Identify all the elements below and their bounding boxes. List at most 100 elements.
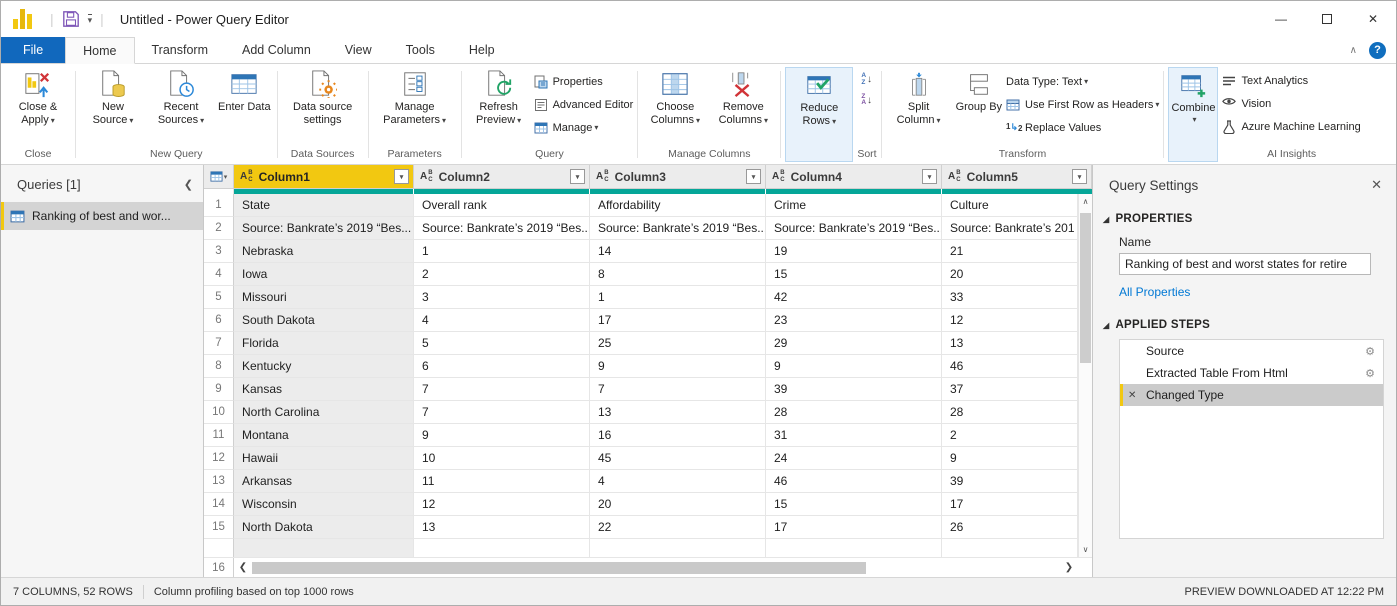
reduce-rows-button[interactable]: Reduce Rows▾ (785, 67, 853, 162)
row-number[interactable]: 11 (204, 424, 234, 447)
cell[interactable]: 2 (414, 263, 590, 286)
cell[interactable]: 12 (942, 309, 1078, 332)
collapse-pane-icon[interactable]: ❮ (184, 178, 193, 191)
row-number[interactable]: 13 (204, 470, 234, 493)
close-pane-icon[interactable]: ✕ (1371, 177, 1382, 193)
scroll-right-icon[interactable]: ❯ (1060, 562, 1078, 573)
applied-step[interactable]: ✕ Changed Type (1120, 384, 1383, 406)
applied-step[interactable]: Extracted Table From Html ⚙ (1120, 362, 1383, 384)
cell[interactable]: North Dakota (234, 516, 414, 539)
row-number[interactable]: 10 (204, 401, 234, 424)
data-source-settings-button[interactable]: Data source settings (282, 67, 364, 127)
cell[interactable]: 37 (942, 378, 1078, 401)
scroll-down-icon[interactable]: ∨ (1079, 542, 1092, 557)
cell[interactable]: 29 (766, 332, 942, 355)
filter-icon[interactable]: ▾ (570, 169, 585, 184)
collapse-ribbon-icon[interactable]: ∧ (1350, 45, 1357, 56)
choose-columns-button[interactable]: Choose Columns▾ (642, 67, 708, 127)
cell[interactable]: Crime (766, 194, 942, 217)
cell[interactable]: Affordability (590, 194, 766, 217)
cell[interactable]: 42 (766, 286, 942, 309)
cell[interactable]: Overall rank (414, 194, 590, 217)
properties-button[interactable]: Properties (534, 72, 634, 91)
cell[interactable]: 13 (414, 516, 590, 539)
cell[interactable]: 17 (766, 516, 942, 539)
sort-descending-button[interactable]: ZA↓ (861, 94, 872, 108)
recent-sources-button[interactable]: Recent Sources▾ (148, 67, 214, 127)
cell[interactable]: Arkansas (234, 470, 414, 493)
column-header-column2[interactable]: ABCColumn2▾ (414, 165, 590, 189)
advanced-editor-button[interactable]: Advanced Editor (534, 95, 634, 114)
cell[interactable]: 13 (590, 401, 766, 424)
cell[interactable]: 39 (942, 470, 1078, 493)
cell[interactable]: 8 (590, 263, 766, 286)
tab-add-column[interactable]: Add Column (225, 37, 328, 63)
row-number[interactable]: 8 (204, 355, 234, 378)
filter-icon[interactable]: ▾ (394, 169, 409, 184)
cell[interactable]: 20 (942, 263, 1078, 286)
tab-view[interactable]: View (328, 37, 389, 63)
vertical-scroll-thumb[interactable] (1080, 213, 1091, 363)
cell[interactable]: 7 (590, 378, 766, 401)
cell[interactable]: 15 (766, 493, 942, 516)
row-number[interactable]: 1 (204, 194, 234, 217)
gear-icon[interactable]: ⚙ (1365, 345, 1375, 358)
delete-step-icon[interactable]: ✕ (1128, 390, 1136, 401)
row-number[interactable]: 3 (204, 240, 234, 263)
cell[interactable]: 13 (942, 332, 1078, 355)
save-icon[interactable] (62, 10, 80, 28)
replace-values-button[interactable]: 1↳2 Replace Values (1006, 118, 1159, 137)
column-header-column5[interactable]: ABCColumn5▾ (942, 165, 1092, 189)
row-number[interactable]: 9 (204, 378, 234, 401)
row-number[interactable]: 2 (204, 217, 234, 240)
filter-icon[interactable]: ▾ (922, 169, 937, 184)
column-header-column4[interactable]: ABCColumn4▾ (766, 165, 942, 189)
sort-ascending-button[interactable]: AZ↓ (861, 73, 872, 87)
column-header-column3[interactable]: ABCColumn3▾ (590, 165, 766, 189)
row-number[interactable]: 15 (204, 516, 234, 539)
cell[interactable]: 4 (590, 470, 766, 493)
cell[interactable]: 9 (414, 424, 590, 447)
cell[interactable]: Source: Bankrate’s 2019 “Bes... (590, 217, 766, 240)
filter-icon[interactable]: ▾ (1072, 169, 1087, 184)
cell[interactable]: Source: Bankrate’s 2019 “Bes... (234, 217, 414, 240)
filter-icon[interactable]: ▾ (746, 169, 761, 184)
cell[interactable]: 23 (766, 309, 942, 332)
cell[interactable]: Montana (234, 424, 414, 447)
row-number[interactable]: 4 (204, 263, 234, 286)
applied-steps-section-header[interactable]: ◢ APPLIED STEPS (1103, 319, 1396, 331)
tab-help[interactable]: Help (452, 37, 512, 63)
vertical-scrollbar[interactable]: ∧ ∨ (1078, 194, 1092, 557)
minimize-button[interactable]: — (1258, 1, 1304, 37)
cell[interactable]: Kentucky (234, 355, 414, 378)
cell[interactable]: 9 (590, 355, 766, 378)
all-properties-link[interactable]: All Properties (1119, 285, 1396, 299)
group-by-button[interactable]: Group By (954, 67, 1004, 114)
row-number[interactable]: 12 (204, 447, 234, 470)
cell[interactable]: 22 (590, 516, 766, 539)
cell[interactable]: Nebraska (234, 240, 414, 263)
cell[interactable]: 24 (766, 447, 942, 470)
tab-home[interactable]: Home (65, 37, 134, 64)
cell[interactable]: 4 (414, 309, 590, 332)
manage-button[interactable]: Manage▾ (534, 118, 634, 137)
vision-button[interactable]: Vision (1222, 94, 1360, 113)
close-button[interactable]: ✕ (1350, 1, 1396, 37)
cell[interactable]: 46 (766, 470, 942, 493)
close-and-apply-button[interactable]: Close & Apply▾ (5, 67, 71, 127)
maximize-button[interactable] (1304, 1, 1350, 37)
cell[interactable]: 33 (942, 286, 1078, 309)
cell[interactable]: 10 (414, 447, 590, 470)
cell[interactable]: North Carolina (234, 401, 414, 424)
cell[interactable]: Kansas (234, 378, 414, 401)
cell[interactable]: Source: Bankrate’s 2019 “Bes... (766, 217, 942, 240)
cell[interactable]: Culture (942, 194, 1078, 217)
data-type-button[interactable]: Data Type: Text▾ (1006, 72, 1159, 91)
cell[interactable]: 20 (590, 493, 766, 516)
cell[interactable]: 31 (766, 424, 942, 447)
cell[interactable]: 5 (414, 332, 590, 355)
cell[interactable]: Missouri (234, 286, 414, 309)
applied-step[interactable]: Source ⚙ (1120, 340, 1383, 362)
query-item[interactable]: Ranking of best and wor... (1, 202, 203, 230)
cell[interactable]: 46 (942, 355, 1078, 378)
